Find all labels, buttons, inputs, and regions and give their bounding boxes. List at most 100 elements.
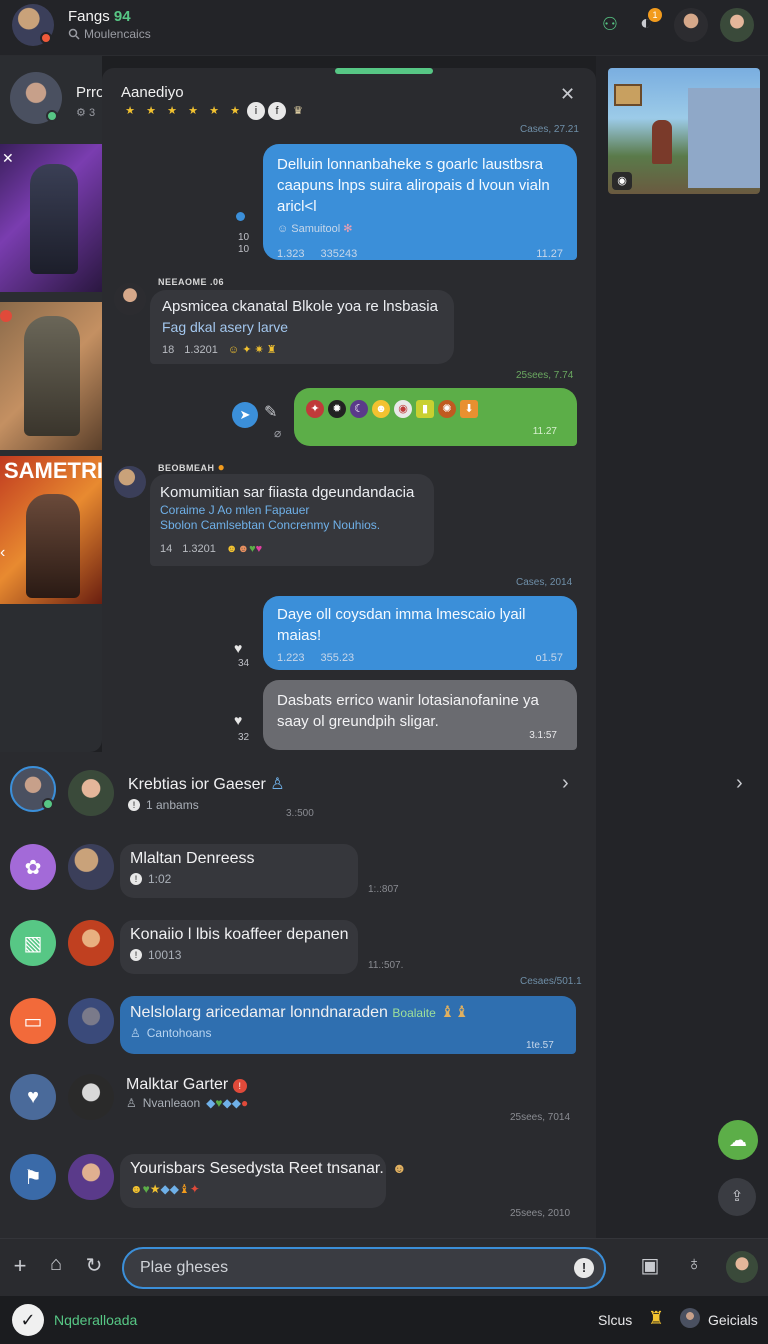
row-bubble: Konaiio l lbis koaffeer depanen ! 10013 [120,920,358,974]
list-item[interactable]: ▭ Nelslolarg aricedamar lonndnaraden Boa… [0,986,596,1062]
row-title: Konaiio l lbis koaffeer depanen [130,926,349,943]
game-controller-icon[interactable]: ⚇ [596,14,624,35]
list-item[interactable]: Krebtias ior Gaeser ♙ ! 1 anbams 3.:500 › [0,758,596,834]
list-item[interactable]: ✿ Mlaltan Denreess ! 1:02 1:.:807 [0,834,596,910]
bottom-right-label[interactable]: Geicials [708,1312,758,1328]
message-bubble[interactable]: ✦ ✹ ☾ ☻ ◉ ▮ ✺ ⬇ 11.27 [294,388,577,446]
row-title: Malktar Garter ! [126,1076,314,1094]
message-bubble[interactable]: Komumitian sar fiiasta dgeundandacia Cor… [150,474,434,566]
meta-right: o1.57 [535,652,563,664]
message-input[interactable]: Plae gheses ! [122,1247,606,1289]
emoji-icon: ✦ [306,400,324,418]
contact-sub: ⚙ 3 [76,106,95,119]
info-icon: ! [130,949,142,961]
drag-handle[interactable] [335,68,433,74]
unread-dot [236,212,245,221]
refresh-icon[interactable]: ↻ [82,1253,106,1278]
meta-right: 11.27 [532,426,557,437]
badge-icon: ● [217,460,226,474]
emoji-icon: ◉ [394,400,412,418]
contact-avatar [68,844,114,890]
row-sub-text: 1 anbams [146,798,199,812]
app-logo-icon[interactable]: ✓ [12,1304,44,1336]
list-item[interactable]: ▧ Konaiio l lbis koaffeer depanen ! 10013… [0,910,596,986]
message-text: Dasbats errico wanir lotasianofanine ya … [277,692,539,730]
chevron-right-icon[interactable]: › [562,772,569,795]
info-icon: f [268,102,286,120]
list-item[interactable]: ⚑ Yourisbars Sesedysta Reet tnsanar. ☻♥★… [0,1142,596,1219]
user-avatar[interactable] [726,1251,758,1283]
side-count: 10 [238,244,250,255]
gem-icons: ◆♥◆◆● [206,1096,249,1110]
contact-avatar [68,1074,114,1120]
row-sub: ! 1:02 [130,872,348,886]
contact-sub-text: 3 [88,107,96,119]
friend-avatar[interactable] [680,1308,700,1328]
stream-preview[interactable]: ◉ [608,68,760,194]
message-sub: Sbolon Camlsebtan Concrenmy Nouhios. [160,518,381,532]
row-bubble: Nelslolarg aricedamar lonndnaraden Boala… [120,996,576,1054]
meta-right: 3.1:57 [529,730,557,741]
add-icon[interactable]: + [8,1253,32,1279]
warning-icon[interactable]: ! [574,1258,594,1278]
meta-left: 14 [160,543,173,555]
game-thumbnail-3[interactable]: SAMETRI ‹ [0,456,102,604]
message-text: Komumitian sar fiiasta dgeundandacia [160,484,415,501]
message-bubble[interactable]: Apsmicea ckanatal Blkole yoa re lnsbasia… [150,290,454,364]
gift-icon: ⚑ [10,1154,56,1200]
sticker-icon[interactable]: ▣ [636,1253,664,1278]
soldier-figure [26,494,80,598]
game-icon: ♙ [270,776,285,793]
close-icon[interactable]: ✕ [2,150,14,167]
row-title-text: Malktar Garter [126,1076,229,1093]
message-sub-text: Samuitool [291,223,341,235]
home-icon[interactable]: ⌂ [44,1253,68,1276]
message-bubble[interactable]: Delluin lonnanbaheke s goarlc laustbsra … [263,144,577,260]
heart-icon[interactable]: ♥ [234,640,242,656]
row-title-text: Nelslolarg aricedamar lonndnaraden [130,1004,388,1021]
soldier-figure [24,316,80,436]
notification-count: 1 [648,8,662,22]
close-icon[interactable]: ✕ [560,84,575,105]
heart-icon[interactable]: ♥ [234,712,242,728]
profile-avatar[interactable] [720,8,754,42]
trophy-icon[interactable]: ♜ [648,1308,664,1329]
reaction-icons: ☻☻♥♥ [225,543,263,555]
reaction-icons: ☺ ✦ ✷ ♜ [227,344,277,356]
star-icon: ★ [188,105,198,117]
edit-icon[interactable]: ✎ [264,402,277,422]
game-thumbnail-1[interactable]: ✕ [0,144,102,292]
row-title: Krebtias ior Gaeser ♙ [128,774,285,794]
contact-avatar [68,1154,114,1200]
mic-icon[interactable]: ♁ [682,1253,706,1276]
bottom-left-label[interactable]: Nqderalloada [54,1312,137,1328]
game-thumbnail-2[interactable] [0,302,102,450]
message-meta: 14 1.3201 ☻☻♥♥ [160,539,424,560]
friend-avatar[interactable] [674,8,708,42]
mic-icon[interactable]: ◉ [612,172,632,190]
sender-avatar[interactable] [114,283,146,315]
emote-button[interactable]: ☁ [718,1120,758,1160]
user-icon: ♙ [126,1096,137,1110]
forward-button[interactable]: ➤ [232,402,258,428]
alert-badge: ! [232,1079,247,1093]
star-icon: ★ [209,105,219,117]
row-bubble: Krebtias ior Gaeser ♙ ! 1 anbams [120,770,285,824]
message-bubble[interactable]: Daye oll coysdan imma lmescaio lyail mai… [263,596,577,670]
message-sub: Fag dkal asery larve [162,319,289,335]
message-bubble[interactable]: Dasbats errico wanir lotasianofanine ya … [263,680,577,750]
chevron-right-icon[interactable]: › [736,772,743,795]
sender-avatar[interactable] [114,466,146,498]
emoji-icon: ☺ [277,223,289,235]
chevron-left-icon[interactable]: ‹ [0,544,5,562]
list-item[interactable]: ♥ Malktar Garter ! ♙ Nvanleaon ◆♥◆◆● 25see… [0,1062,596,1138]
share-button[interactable]: ⇪ [718,1178,756,1216]
subtitle-text: Moulencaics [84,27,151,41]
thumbnail-label: SAMETRI [4,458,102,483]
paw-icon: ✿ [10,844,56,890]
bottom-mid-label[interactable]: Slcus [598,1312,632,1328]
settings-icon: ⚙ [76,107,86,119]
row-time: 25sees, 7014 [510,1112,571,1123]
user-icon: ♙ [130,1026,141,1040]
row-title: Mlaltan Denreess [130,850,255,867]
